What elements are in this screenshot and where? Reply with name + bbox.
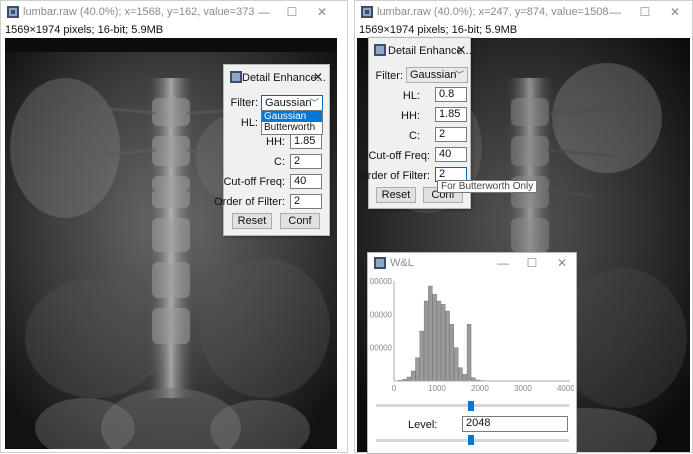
order-of-filter-input[interactable]: 2 — [290, 194, 322, 209]
hh-label: HH: — [401, 110, 420, 122]
level-label: Level: — [408, 419, 437, 431]
y-tick-label: 300000 — [370, 277, 393, 286]
level-input[interactable]: 2048 — [462, 416, 568, 432]
c-label: C: — [274, 156, 285, 168]
histogram-bar — [441, 304, 445, 381]
order-of-filter-tooltip: For Butterworth Only — [437, 180, 537, 193]
c-input[interactable]: 2 — [290, 154, 322, 169]
filter-select[interactable]: Gaussian ﹀ — [406, 67, 468, 83]
dropdown-option-gaussian[interactable]: Gaussian — [262, 111, 322, 122]
x-tick-labels: 0 1000 2000 3000 4000 — [392, 384, 574, 393]
histogram-bar — [463, 374, 467, 381]
chevron-down-icon: ﹀ — [310, 96, 319, 110]
filter-select-value: Gaussian — [410, 69, 456, 81]
image-info: 1569×1974 pixels; 16-bit; 5.9MB — [359, 24, 517, 36]
hh-label: HH: — [266, 136, 285, 148]
y-tick-label: 200000 — [370, 310, 393, 319]
c-input[interactable]: 2 — [435, 127, 467, 142]
maximize-button[interactable]: ☐ — [284, 5, 300, 19]
hl-input[interactable]: 0.8 — [435, 87, 467, 102]
window-title: lumbar.raw (40.0%); x=1568, y=162, value… — [23, 6, 254, 18]
filter-select-value: Gaussian — [265, 97, 311, 109]
histogram-bar — [428, 286, 432, 381]
cutoff-freq-label: Cut-off Freq: — [368, 150, 430, 162]
close-icon[interactable]: ✕ — [313, 70, 323, 84]
cutoff-freq-input[interactable]: 40 — [435, 147, 467, 162]
detail-enhance-dialog: Detail Enhance... ✕ Filter: Gaussian ﹀ G… — [223, 64, 330, 236]
histogram-bar — [415, 358, 419, 381]
histogram-chart: 0 1000 2000 3000 4000 100000 200000 300000 — [370, 275, 574, 397]
filter-label: Filter: — [231, 97, 259, 109]
imagej-app-icon — [374, 257, 386, 269]
imagej-app-icon — [361, 6, 373, 18]
wl-titlebar[interactable]: W&L — ☐ ✕ — [368, 253, 576, 273]
dropdown-option-butterworth[interactable]: Butterworth — [262, 122, 322, 133]
minimize-button[interactable]: — — [495, 256, 511, 270]
histogram-bar — [450, 324, 454, 381]
histogram-bar — [454, 348, 458, 381]
reset-button[interactable]: Reset — [232, 213, 272, 229]
confirm-button[interactable]: Conf — [280, 213, 320, 229]
reset-button[interactable]: Reset — [376, 187, 416, 203]
wl-title: W&L — [390, 257, 414, 269]
x-tick-label: 4000 — [557, 384, 574, 393]
chevron-down-icon: ﹀ — [455, 68, 464, 82]
wl-window: W&L — ☐ ✕ 0 1000 2000 3000 4000 100000 200000… — [367, 252, 577, 454]
histogram-bar — [446, 311, 450, 381]
maximize-button[interactable]: ☐ — [637, 5, 653, 19]
y-tick-label: 100000 — [370, 344, 393, 353]
minimize-button[interactable]: — — [607, 5, 623, 19]
histogram-bar — [467, 324, 471, 381]
right-image-window: lumbar.raw (40.0%); x=247, y=874, value=… — [354, 0, 693, 453]
cutoff-freq-input[interactable]: 40 — [290, 174, 322, 189]
window-slider-thumb[interactable] — [468, 401, 474, 411]
right-titlebar[interactable]: lumbar.raw (40.0%); x=247, y=874, value=… — [355, 1, 692, 23]
histogram-bar — [437, 301, 441, 381]
hl-label: HL: — [403, 90, 420, 102]
window-title: lumbar.raw (40.0%); x=247, y=874, value=… — [377, 6, 608, 18]
x-tick-label: 1000 — [428, 384, 446, 393]
imagej-app-icon — [7, 6, 19, 18]
x-tick-label: 3000 — [514, 384, 532, 393]
maximize-button[interactable]: ☐ — [524, 256, 540, 270]
hh-input[interactable]: 1.85 — [435, 107, 467, 122]
minimize-button[interactable]: — — [256, 5, 272, 19]
left-image-window: lumbar.raw (40.0%); x=1568, y=162, value… — [0, 0, 348, 453]
imagej-app-icon — [230, 71, 242, 83]
histogram-bar — [424, 301, 428, 381]
histogram-bars — [398, 286, 492, 381]
order-of-filter-label: Order of Filter: — [214, 196, 285, 208]
order-of-filter-label: Order of Filter: — [359, 170, 430, 182]
histogram-bar — [407, 377, 411, 381]
hh-input[interactable]: 1.85 — [290, 134, 322, 149]
filter-label: Filter: — [376, 70, 404, 82]
image-info: 1569×1974 pixels; 16-bit; 5.9MB — [5, 24, 163, 36]
filter-select[interactable]: Gaussian ﹀ — [261, 95, 323, 111]
close-button[interactable]: ✕ — [667, 5, 683, 19]
hl-label: HL: — [241, 117, 258, 129]
left-titlebar[interactable]: lumbar.raw (40.0%); x=1568, y=162, value… — [1, 1, 347, 23]
cutoff-freq-label: Cut-off Freq: — [223, 176, 285, 188]
histogram-bar — [420, 331, 424, 381]
imagej-app-icon — [374, 44, 386, 56]
histogram-bar — [411, 371, 415, 381]
close-button[interactable]: ✕ — [314, 5, 330, 19]
close-icon[interactable]: ✕ — [456, 43, 466, 57]
x-tick-label: 0 — [392, 384, 397, 393]
filter-dropdown-list: Gaussian Butterworth — [261, 110, 323, 135]
y-tick-labels: 100000 200000 300000 — [370, 277, 393, 353]
close-button[interactable]: ✕ — [554, 256, 570, 270]
level-slider-thumb[interactable] — [468, 435, 474, 445]
histogram-bar — [458, 368, 462, 381]
histogram-bar — [433, 294, 437, 381]
x-tick-label: 2000 — [471, 384, 489, 393]
c-label: C: — [409, 130, 420, 142]
